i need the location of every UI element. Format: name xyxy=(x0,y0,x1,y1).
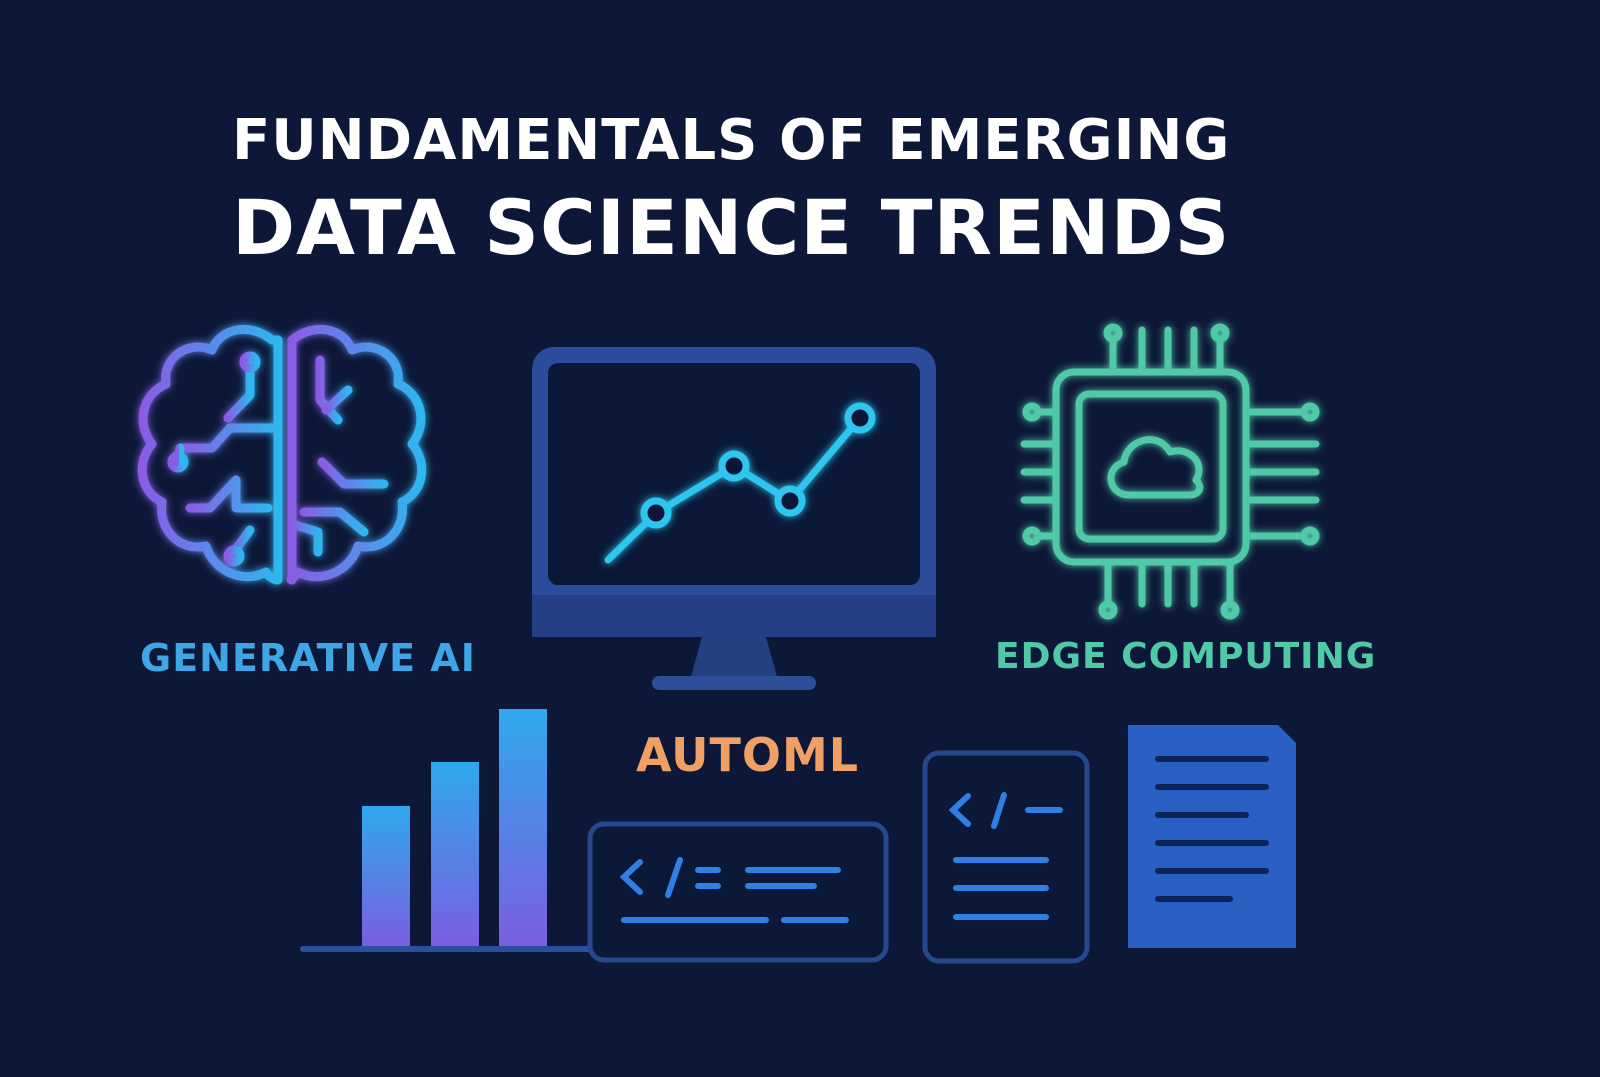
code-document-icon xyxy=(922,750,1090,964)
text-document-icon xyxy=(1128,725,1296,948)
illustration xyxy=(137,323,1320,964)
bar-chart-icon xyxy=(300,709,592,952)
chip-cloud-icon xyxy=(1020,323,1320,620)
brain-circuit-icon xyxy=(137,324,427,585)
monitor-line-chart-icon xyxy=(532,347,936,690)
generative-ai-label: GENERATIVE AI xyxy=(140,636,476,680)
bar-3 xyxy=(499,709,547,946)
automl-label: AUTOML xyxy=(636,728,860,782)
bar-2 xyxy=(431,762,479,946)
bar-1 xyxy=(362,806,410,946)
code-panel-icon xyxy=(587,821,889,963)
edge-computing-label: EDGE COMPUTING xyxy=(995,636,1377,677)
